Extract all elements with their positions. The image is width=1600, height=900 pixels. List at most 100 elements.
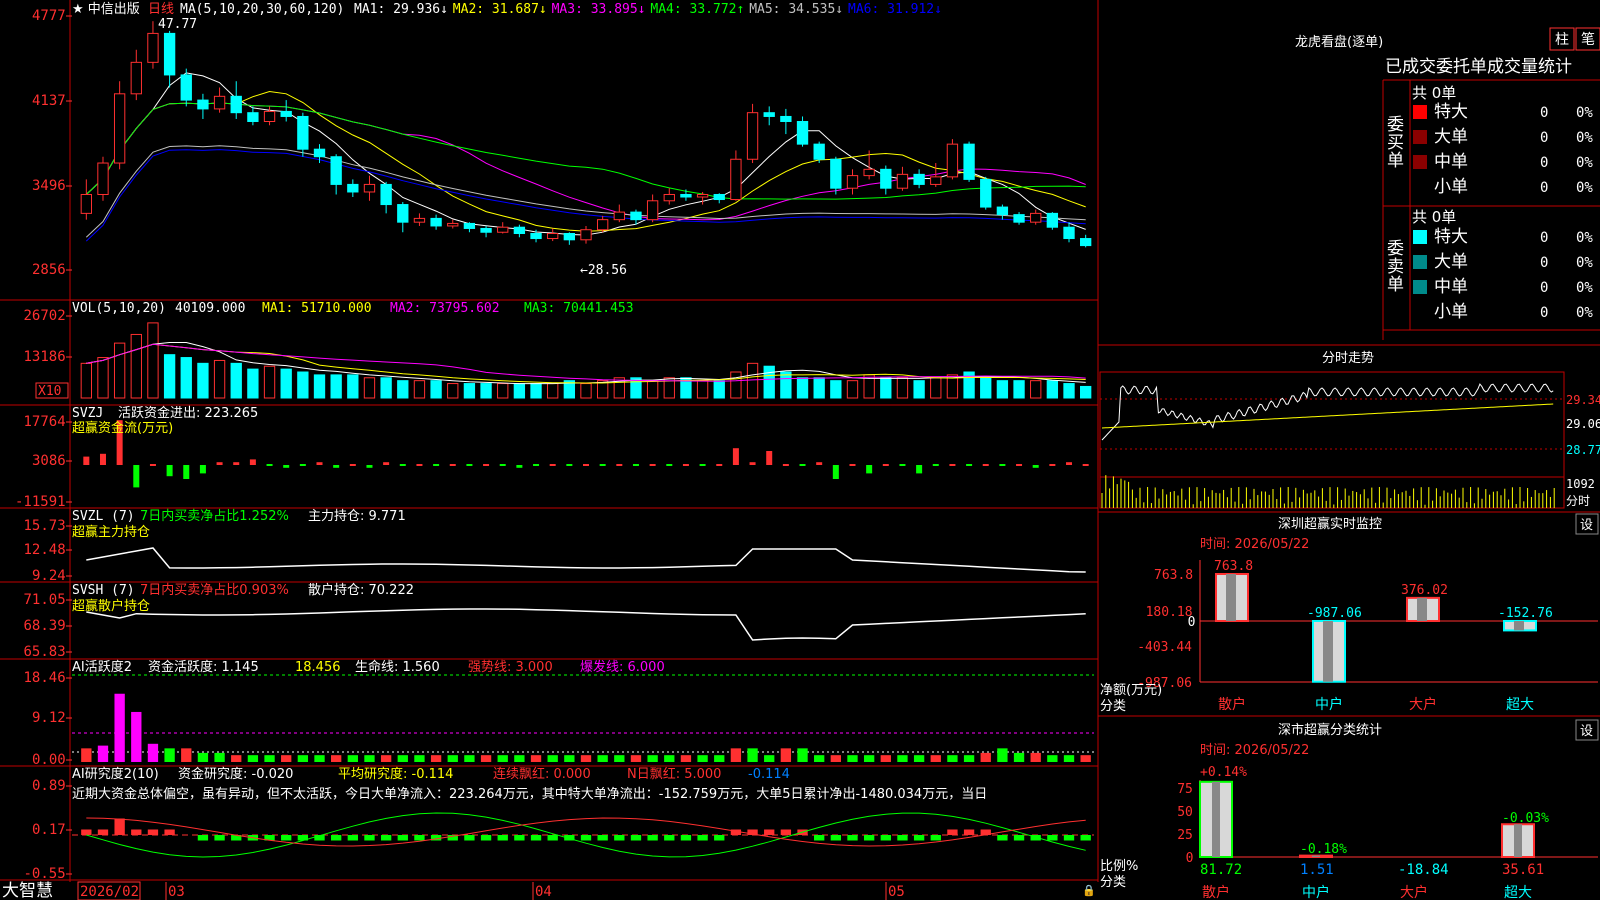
svzj-axis-0: 17764 xyxy=(24,414,66,430)
active-bar-1 xyxy=(97,745,109,762)
dt-sell-total: 共 0单 xyxy=(1412,208,1456,226)
active-bar-31 xyxy=(597,755,608,762)
date-1: 03 xyxy=(168,884,185,900)
vol-bar-5 xyxy=(163,354,176,399)
date-0: 2026/02 xyxy=(80,884,139,900)
vol-bar-16 xyxy=(347,374,359,399)
dt-sell-qty-0: 0 xyxy=(1540,230,1548,246)
dt-sell-name-0: 特大 xyxy=(1434,227,1468,247)
vol-bar-2 xyxy=(113,342,126,399)
dt-sell-name-3: 小单 xyxy=(1434,302,1468,322)
vol-axis-1: 13186 xyxy=(24,349,66,365)
vol-bar-37 xyxy=(696,380,709,399)
vol-bar-18 xyxy=(380,377,392,399)
active-axis-1: 9.12 xyxy=(32,710,66,726)
sz-class-settings-label: 设 xyxy=(1580,724,1593,739)
active-bar-11 xyxy=(264,755,275,762)
research-bar-58 xyxy=(1047,835,1058,841)
dt-buy-char-1: 买 xyxy=(1387,133,1404,153)
vol-bar-15 xyxy=(330,374,342,399)
vol-bar-54 xyxy=(980,377,992,399)
svzj-bar-4 xyxy=(149,464,156,466)
class-bottom-value-0: 81.72 xyxy=(1200,862,1242,878)
svzj-bar-21 xyxy=(433,464,440,466)
ai-active-label5: 爆发线: 6.000 xyxy=(580,659,665,675)
monitor-bar-1 xyxy=(1312,620,1346,683)
research-bar-49 xyxy=(897,835,908,841)
dt-side-labels: 委买单委卖单 xyxy=(1387,115,1404,295)
candle-body-34 xyxy=(646,200,659,221)
vol-bar-12 xyxy=(280,368,292,399)
svzj-bar-38 xyxy=(716,464,723,466)
candle-body-15 xyxy=(330,156,342,185)
candle-body-24 xyxy=(480,227,492,233)
candle-body-12 xyxy=(280,110,292,117)
active-bar-27 xyxy=(530,755,542,762)
research-bar-28 xyxy=(547,835,558,841)
dt-sell-char-0: 委 xyxy=(1387,239,1404,259)
candle-body-32 xyxy=(613,211,625,221)
candle-body-59 xyxy=(1063,226,1075,240)
svzj-bar-53 xyxy=(966,464,973,466)
research-bar-56 xyxy=(1013,835,1025,841)
research-bar-2 xyxy=(114,818,125,835)
dt-pen-button-label: 笔 xyxy=(1581,32,1595,48)
ma-line-5 xyxy=(85,145,1086,238)
vol-bar-56 xyxy=(1013,380,1025,399)
active-bar-55 xyxy=(997,748,1008,762)
research-bar-27 xyxy=(530,835,542,841)
research-bar-55 xyxy=(997,835,1008,841)
svzj-bar-27 xyxy=(533,464,540,466)
svzj-header: SVZJ 活跃资金进出: 223.265 超赢资金流(万元) xyxy=(72,405,258,436)
active-bar-35 xyxy=(664,755,675,762)
active-bar-57 xyxy=(1030,752,1041,762)
dt-sell-swatch-2 xyxy=(1413,280,1427,294)
monitor-bar-shade-1 xyxy=(1323,621,1333,682)
intraday-axis-4: 分时 xyxy=(1566,494,1590,508)
active-bar-46 xyxy=(847,755,858,762)
ai-active-label4: 强势线: 3.000 xyxy=(468,659,553,675)
research-bar-15 xyxy=(331,835,342,841)
monitor-value-1: -987.06 xyxy=(1307,606,1362,621)
research-bar-17 xyxy=(364,835,375,841)
vol-bar-13 xyxy=(297,371,309,399)
dt-buy-swatch-2 xyxy=(1413,155,1427,169)
candle-body-36 xyxy=(680,193,692,198)
svzj-bar-28 xyxy=(549,464,556,466)
class-bottom-value-2: -18.84 xyxy=(1398,862,1449,878)
dt-buy-qty-3: 0 xyxy=(1540,180,1548,196)
vol-bar-50 xyxy=(913,380,925,399)
dt-buy-char-0: 委 xyxy=(1387,115,1404,135)
dt-buy-pct-0: 0% xyxy=(1576,105,1593,121)
svzj-bar-47 xyxy=(866,465,873,474)
active-bar-25 xyxy=(497,755,508,762)
svzj-bar-15 xyxy=(333,465,340,468)
svzj-bar-1 xyxy=(99,453,106,465)
research-bar-53 xyxy=(963,829,975,835)
class-bar-0 xyxy=(1199,780,1233,859)
candle-body-48 xyxy=(880,168,892,189)
monitor-bar-0 xyxy=(1215,573,1249,622)
svzj-subtitle: 超赢资金流(万元) xyxy=(72,420,173,436)
active-bar-36 xyxy=(680,755,692,762)
active-bar-34 xyxy=(647,755,658,762)
active-bar-30 xyxy=(580,755,592,762)
class-axis-2: 25 xyxy=(1177,828,1193,843)
svzj-bar-6 xyxy=(183,465,190,479)
svzj-bar-25 xyxy=(499,464,506,466)
class-cat-3: 超大 xyxy=(1504,885,1532,900)
svzj-bar-44 xyxy=(816,462,823,465)
candle-body-10 xyxy=(247,112,259,122)
svzj-bar-57 xyxy=(1032,465,1039,468)
active-bar-42 xyxy=(780,748,792,762)
price-axis-1: 4137 xyxy=(32,93,66,109)
svzj-bar-49 xyxy=(899,464,906,466)
dt-subtitle: 已成交委托单成交量统计 xyxy=(1385,57,1572,77)
vol-bar-48 xyxy=(880,377,892,399)
vol-ma3: MA3: 70441.453 xyxy=(524,301,634,316)
active-bar-17 xyxy=(364,755,375,762)
active-bar-3 xyxy=(131,711,142,762)
vol-unit: X10 xyxy=(38,384,61,399)
research-bar-30 xyxy=(580,835,592,841)
active-bar-16 xyxy=(347,755,358,762)
